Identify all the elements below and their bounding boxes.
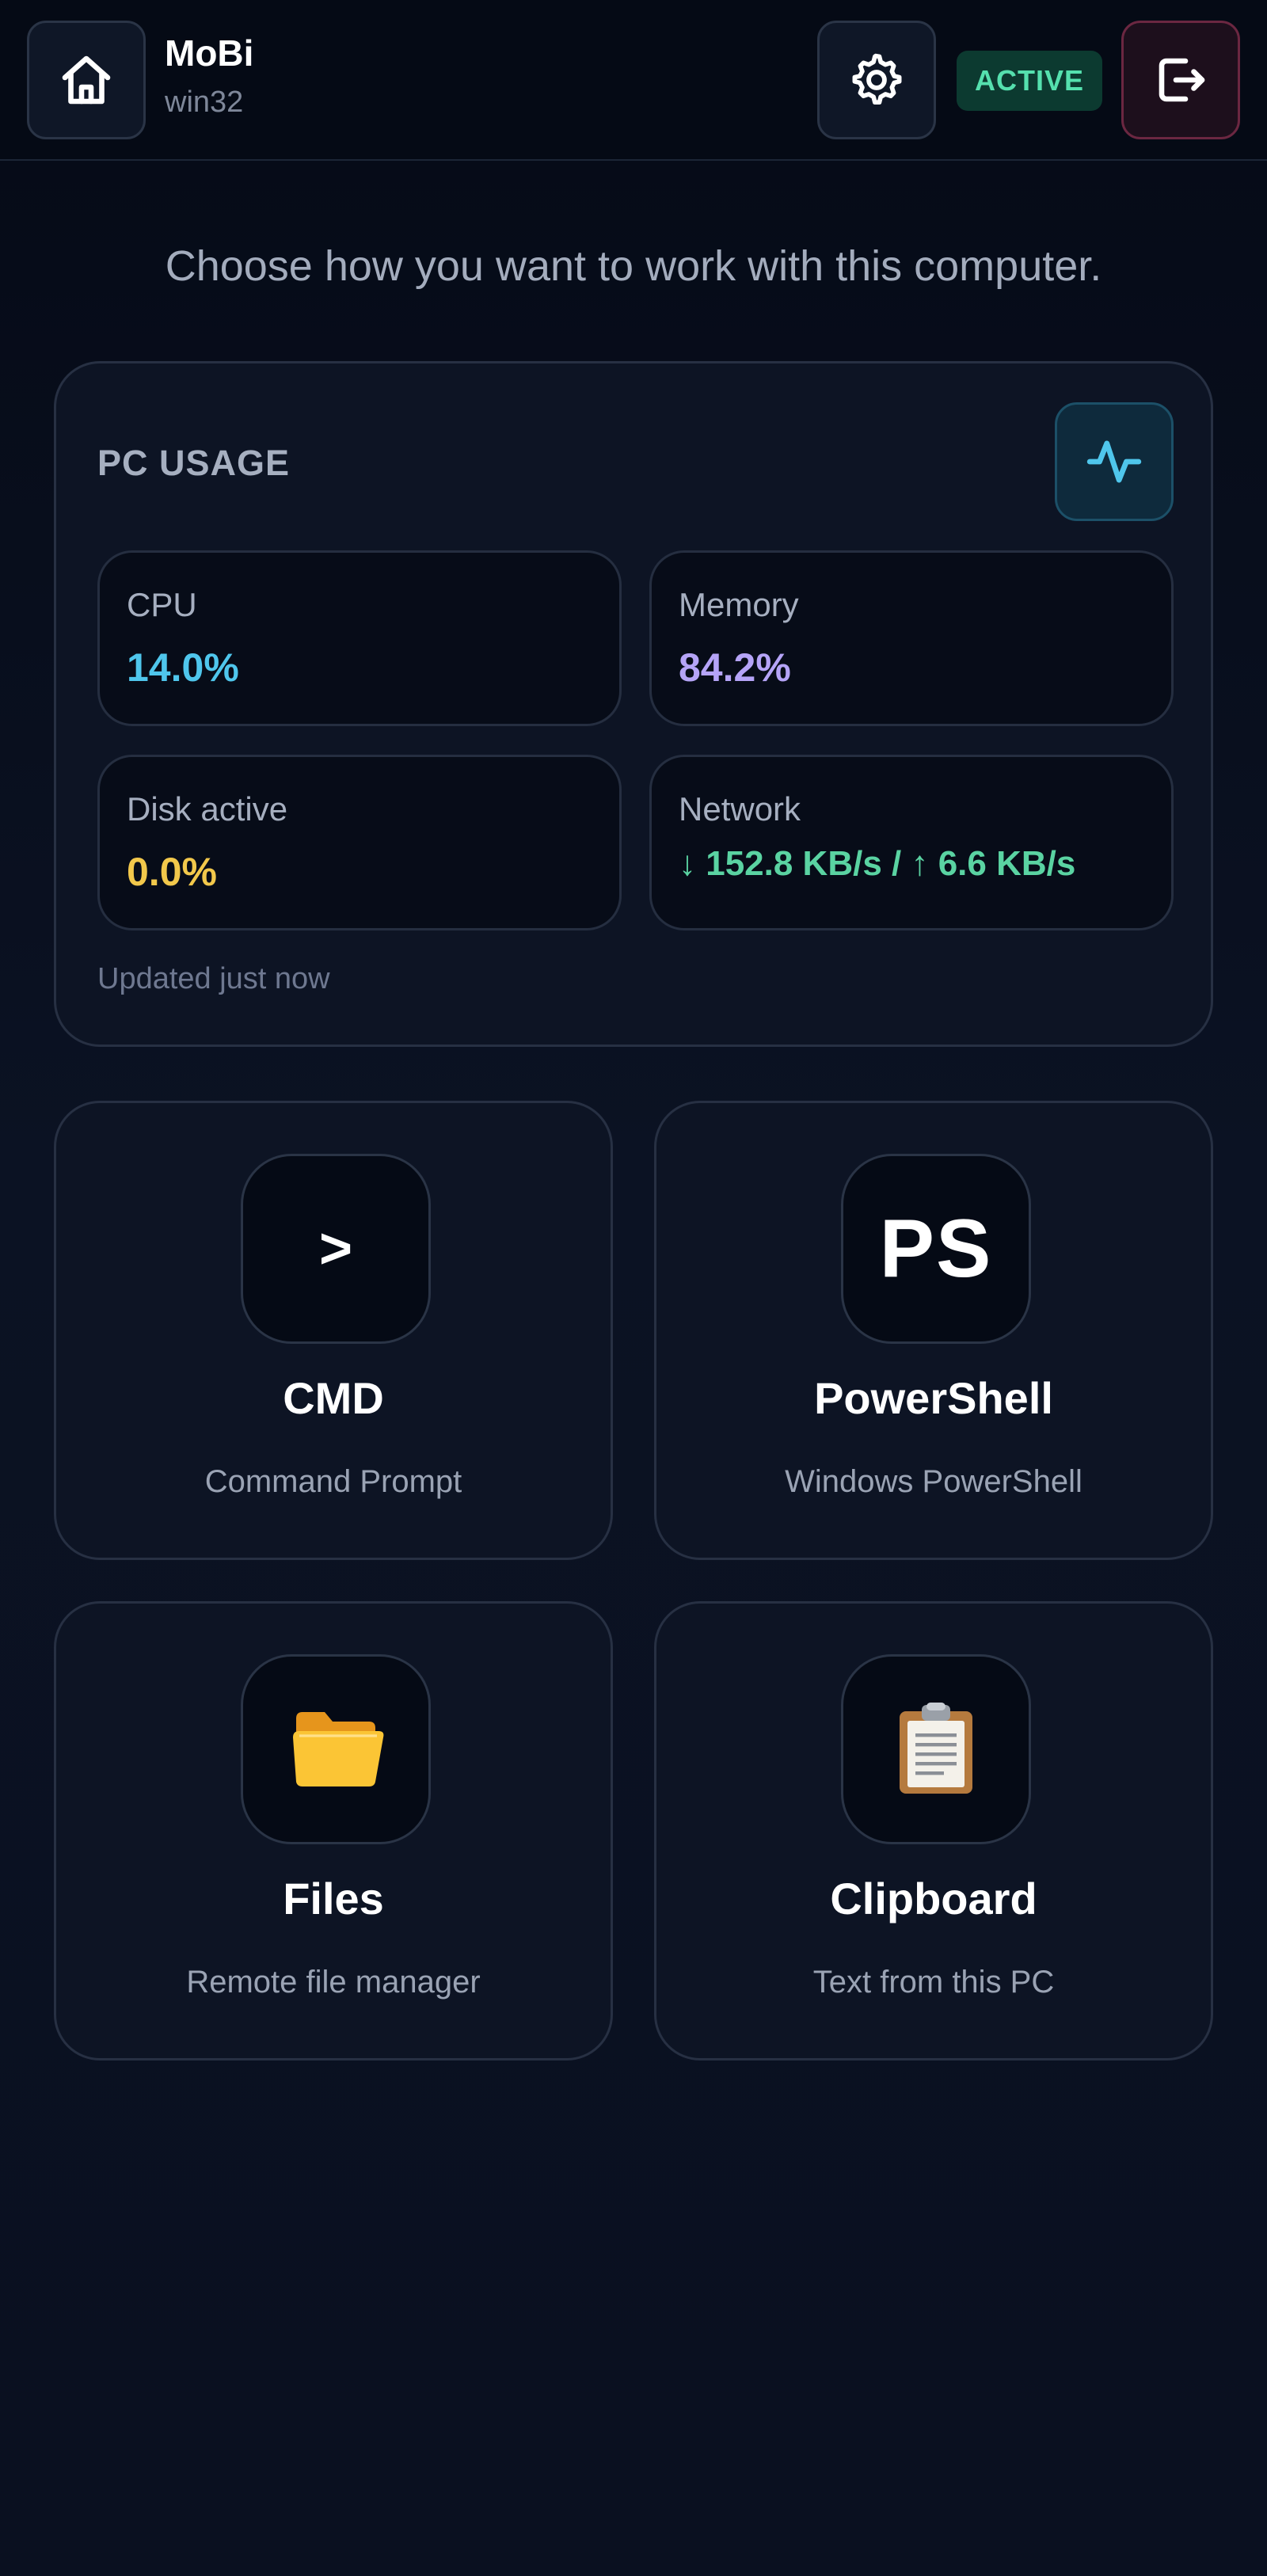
pc-usage-activity-button[interactable] <box>1055 402 1174 521</box>
logout-icon <box>1159 58 1205 102</box>
top-bar: MoBi win32 ACTIVE <box>0 0 1267 161</box>
home-button[interactable] <box>27 21 146 139</box>
files-icon-tile <box>241 1654 431 1844</box>
powershell-icon-tile: PS <box>841 1154 1031 1344</box>
cmd-title: CMD <box>283 1373 384 1423</box>
clipboard-subtitle: Text from this PC <box>812 1965 1055 2000</box>
powershell-card[interactable]: PS PowerShell Windows PowerShell <box>654 1101 1213 1560</box>
folder-icon <box>293 1712 384 1786</box>
files-subtitle: Remote file manager <box>186 1965 481 2000</box>
settings-button[interactable] <box>817 21 936 139</box>
disk-stat-tile: Disk active 0.0% <box>97 755 622 930</box>
powershell-icon: PS <box>879 1202 993 1295</box>
memory-value: 84.2% <box>679 645 791 690</box>
page-tagline: Choose how you want to work with this co… <box>165 242 1102 290</box>
disk-value: 0.0% <box>127 850 217 894</box>
prompt-icon: > <box>318 1217 353 1280</box>
gear-icon <box>852 53 902 105</box>
files-card[interactable]: Files Remote file manager <box>54 1601 613 2060</box>
home-icon <box>62 55 111 105</box>
clipboard-icon-tile <box>841 1654 1031 1844</box>
logout-button[interactable] <box>1121 21 1240 139</box>
app-name: MoBi <box>165 32 254 74</box>
activity-pulse-icon <box>1086 440 1142 483</box>
platform-label: win32 <box>165 86 244 119</box>
pc-usage-card: PC USAGE CPU 14.0% Memory 84.2% Disk act… <box>54 361 1213 1047</box>
powershell-title: PowerShell <box>814 1373 1053 1423</box>
cpu-value: 14.0% <box>127 645 239 690</box>
status-badge: ACTIVE <box>957 51 1102 111</box>
clipboard-title: Clipboard <box>830 1874 1037 1923</box>
network-stat-tile: Network ↓ 152.8 KB/s / ↑ 6.6 KB/s <box>649 755 1174 930</box>
memory-label: Memory <box>679 586 799 623</box>
powershell-subtitle: Windows PowerShell <box>785 1464 1082 1499</box>
pc-usage-title: PC USAGE <box>97 443 291 483</box>
network-value: ↓ 152.8 KB/s / ↑ 6.6 KB/s <box>679 844 1076 883</box>
cpu-label: CPU <box>127 586 197 623</box>
cpu-stat-tile: CPU 14.0% <box>97 550 622 726</box>
clipboard-card[interactable]: Clipboard Text from this PC <box>654 1601 1213 2060</box>
cmd-icon-tile: > <box>241 1154 431 1344</box>
usage-updated-text: Updated just now <box>97 962 330 995</box>
disk-label: Disk active <box>127 790 288 828</box>
clipboard-icon <box>900 1703 972 1794</box>
cmd-card[interactable]: > CMD Command Prompt <box>54 1101 613 1560</box>
cmd-subtitle: Command Prompt <box>204 1464 462 1499</box>
memory-stat-tile: Memory 84.2% <box>649 550 1174 726</box>
files-title: Files <box>283 1874 384 1923</box>
network-label: Network <box>679 790 801 828</box>
